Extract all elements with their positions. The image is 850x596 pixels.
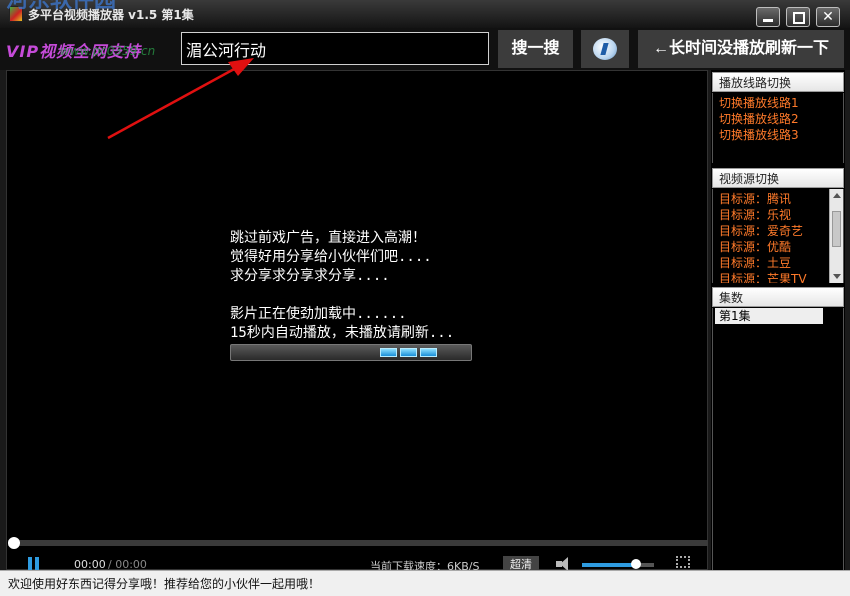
volume-fill xyxy=(582,563,636,567)
fullscreen-icon[interactable] xyxy=(676,556,690,568)
route-link[interactable]: 切换播放线路3 xyxy=(713,127,843,143)
seek-bar[interactable] xyxy=(8,540,708,546)
source-link[interactable]: 目标源：优酷 xyxy=(713,239,843,255)
scroll-thumb[interactable] xyxy=(832,211,841,247)
source-list: 目标源：腾讯 目标源：乐视 目标源：爱奇艺 目标源：优酷 目标源：土豆 目标源：芒果TV xyxy=(713,189,843,283)
route-link[interactable]: 切换播放线路2 xyxy=(713,111,843,127)
source-panel: 目标源：腾讯 目标源：乐视 目标源：爱奇艺 目标源：优酷 目标源：土豆 目标源：芒果TV xyxy=(712,189,844,283)
scroll-up-icon[interactable] xyxy=(833,193,841,198)
refresh-button[interactable]: ←长时间没播放刷新一下 xyxy=(638,30,844,68)
control-bar: 00:00 / 00:00 当前下载速度：6KB/S 超清 xyxy=(8,552,708,570)
video-area[interactable]: 跳过前戏广告，直接进入高潮！ 觉得好用分享给小伙伴们吧.... 求分享求分享求分… xyxy=(6,70,708,570)
search-input[interactable] xyxy=(181,32,489,65)
seek-handle[interactable] xyxy=(8,537,20,549)
source-scrollbar[interactable] xyxy=(829,189,843,283)
source-link[interactable]: 目标源：土豆 xyxy=(713,255,843,271)
volume-slider[interactable] xyxy=(582,563,654,567)
status-bar: 欢迎使用好东西记得分享哦！推荐给您的小伙伴一起用哦！ xyxy=(0,570,850,596)
route-header: 播放线路切换 xyxy=(712,72,844,92)
current-time: 00:00 xyxy=(74,558,106,570)
quality-button[interactable]: 超清 xyxy=(503,556,539,570)
loading-bar xyxy=(230,344,472,361)
volume-icon[interactable] xyxy=(556,557,574,570)
pause-icon[interactable] xyxy=(28,557,40,570)
loading-segment xyxy=(400,348,417,357)
status-text: 欢迎使用好东西记得分享哦！推荐给您的小伙伴一起用哦！ xyxy=(8,577,321,591)
logo-button[interactable] xyxy=(581,30,629,68)
window-title: 多平台视频播放器 v1.5 第1集 xyxy=(28,8,194,22)
player-window: 多平台视频播放器 v1.5 第1集 ✕ VIP视频全网支持 搜一搜 ←长时间没播… xyxy=(0,0,850,596)
minimize-button[interactable] xyxy=(756,7,780,27)
volume-handle[interactable] xyxy=(631,559,641,569)
title-bar[interactable]: 多平台视频播放器 v1.5 第1集 ✕ xyxy=(0,0,850,28)
episode-item[interactable]: 第1集 xyxy=(715,308,823,324)
close-icon: ✕ xyxy=(822,9,834,25)
maximize-button[interactable] xyxy=(786,7,810,27)
scroll-down-icon[interactable] xyxy=(833,274,841,279)
source-link[interactable]: 目标源：爱奇艺 xyxy=(713,223,843,239)
source-link[interactable]: 目标源：腾讯 xyxy=(713,191,843,207)
episode-panel: 第1集 xyxy=(712,308,844,570)
loading-segment xyxy=(380,348,397,357)
source-header: 视频源切换 xyxy=(712,168,844,188)
episode-header: 集数 xyxy=(712,287,844,307)
search-button[interactable]: 搜一搜 xyxy=(498,30,573,68)
total-time: / 00:00 xyxy=(108,558,147,570)
download-speed: 当前下载速度：6KB/S xyxy=(370,560,480,570)
loading-segment xyxy=(420,348,437,357)
loading-message: 跳过前戏广告，直接进入高潮！ 觉得好用分享给小伙伴们吧.... 求分享求分享求分… xyxy=(230,230,455,341)
circle-logo-icon xyxy=(593,38,617,60)
source-link[interactable]: 目标源：乐视 xyxy=(713,207,843,223)
route-list: 切换播放线路1 切换播放线路2 切换播放线路3 xyxy=(712,93,844,163)
app-icon xyxy=(9,6,23,22)
side-panel: 播放线路切换 切换播放线路1 切换播放线路2 切换播放线路3 视频源切换 目标源：腾… xyxy=(711,70,845,570)
route-link[interactable]: 切换播放线路1 xyxy=(713,95,843,111)
source-link[interactable]: 目标源：芒果TV xyxy=(713,271,843,283)
watermark-url: www.pc0359.cn xyxy=(60,44,156,58)
close-button[interactable]: ✕ xyxy=(816,7,840,27)
